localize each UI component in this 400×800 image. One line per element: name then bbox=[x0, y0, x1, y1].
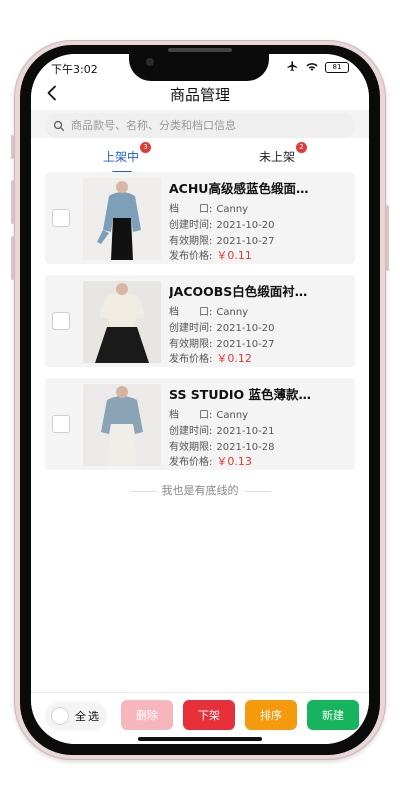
product-image bbox=[83, 281, 161, 363]
volume-down-button bbox=[11, 236, 14, 280]
price-label: 发布价格: bbox=[169, 251, 213, 262]
product-list: ACHU高级感蓝色缎面… 档 口: Canny 创建时间: 2021-10-20 有… bbox=[31, 172, 369, 692]
silent-switch bbox=[11, 135, 14, 159]
airplane-icon bbox=[286, 60, 299, 75]
status-icons: 81 bbox=[286, 60, 349, 75]
price-row: 发布价格: ￥0.11 bbox=[169, 247, 252, 263]
power-button bbox=[386, 205, 389, 271]
sort-button[interactable]: 排序 bbox=[245, 700, 297, 730]
created-label: 创建时间: bbox=[169, 323, 213, 334]
expiry-label: 有效期限: bbox=[169, 339, 213, 350]
product-image bbox=[83, 384, 161, 466]
speaker bbox=[168, 48, 232, 52]
created-label: 创建时间: bbox=[169, 426, 213, 437]
search-input[interactable] bbox=[71, 119, 331, 132]
tab-on-shelf[interactable]: 上架中 3 bbox=[103, 142, 152, 165]
price-label: 发布价格: bbox=[169, 354, 213, 365]
created-row: 创建时间: 2021-10-20 bbox=[169, 216, 275, 231]
price-value: ￥0.12 bbox=[216, 352, 252, 365]
tab-count-badge: 3 bbox=[140, 142, 152, 153]
tab-label: 上架中 bbox=[103, 150, 140, 164]
home-indicator[interactable] bbox=[138, 737, 262, 741]
delete-button[interactable]: 删除 bbox=[121, 700, 173, 730]
status-time: 下午3:02 bbox=[51, 63, 98, 76]
price-value: ￥0.11 bbox=[216, 249, 252, 262]
wifi-icon bbox=[305, 61, 319, 75]
created-value: 2021-10-20 bbox=[216, 220, 275, 231]
unlist-button[interactable]: 下架 bbox=[183, 700, 235, 730]
search-bar[interactable] bbox=[45, 113, 355, 138]
stage: 下午3:02 81 商品管理 上架中 3 bbox=[0, 0, 400, 800]
expiry-value: 2021-10-27 bbox=[216, 236, 275, 247]
product-card[interactable]: JACOOBS白色缎面衬… 档 口: Canny 创建时间: 2021-10-20 … bbox=[45, 275, 355, 367]
product-card[interactable]: SS STUDIO 蓝色薄款… 档 口: Canny 创建时间: 2021-10-2… bbox=[45, 378, 355, 470]
search-icon bbox=[53, 120, 65, 131]
stall-label: 档 口: bbox=[169, 410, 213, 421]
front-camera bbox=[146, 58, 154, 66]
nav-bar: 商品管理 bbox=[31, 78, 369, 110]
select-all-label: 全选 bbox=[75, 710, 101, 723]
product-name: JACOOBS白色缎面衬… bbox=[169, 284, 308, 299]
expiry-value: 2021-10-28 bbox=[216, 442, 275, 453]
created-value: 2021-10-20 bbox=[216, 323, 275, 334]
created-row: 创建时间: 2021-10-20 bbox=[169, 319, 275, 334]
tab-label: 未上架 bbox=[259, 150, 296, 164]
stall-row: 档 口: Canny bbox=[169, 200, 248, 215]
price-label: 发布价格: bbox=[169, 457, 213, 468]
product-checkbox[interactable] bbox=[52, 415, 70, 433]
product-checkbox[interactable] bbox=[52, 209, 70, 227]
stall-value: Canny bbox=[216, 204, 249, 215]
expiry-row: 有效期限: 2021-10-27 bbox=[169, 335, 275, 350]
tab-bar: 上架中 3 未上架 2 bbox=[31, 138, 369, 174]
end-of-list-text: 我也是有底线的 bbox=[31, 482, 369, 498]
select-all-toggle[interactable]: 全选 bbox=[45, 702, 107, 730]
expiry-row: 有效期限: 2021-10-27 bbox=[169, 232, 275, 247]
volume-up-button bbox=[11, 180, 14, 224]
price-value: ￥0.13 bbox=[216, 455, 252, 468]
select-all-radio[interactable] bbox=[51, 707, 69, 725]
expiry-label: 有效期限: bbox=[169, 236, 213, 247]
product-image bbox=[83, 178, 161, 260]
product-card[interactable]: ACHU高级感蓝色缎面… 档 口: Canny 创建时间: 2021-10-20 有… bbox=[45, 172, 355, 264]
expiry-row: 有效期限: 2021-10-28 bbox=[169, 438, 275, 453]
expiry-label: 有效期限: bbox=[169, 442, 213, 453]
price-row: 发布价格: ￥0.12 bbox=[169, 350, 252, 366]
stall-value: Canny bbox=[216, 410, 249, 421]
battery-indicator: 81 bbox=[325, 62, 349, 73]
created-row: 创建时间: 2021-10-21 bbox=[169, 422, 275, 437]
product-name: SS STUDIO 蓝色薄款… bbox=[169, 387, 311, 402]
stall-row: 档 口: Canny bbox=[169, 406, 248, 421]
stall-label: 档 口: bbox=[169, 204, 213, 215]
expiry-value: 2021-10-27 bbox=[216, 339, 275, 350]
created-label: 创建时间: bbox=[169, 220, 213, 231]
price-row: 发布价格: ￥0.13 bbox=[169, 453, 252, 469]
product-checkbox[interactable] bbox=[52, 312, 70, 330]
created-value: 2021-10-21 bbox=[216, 426, 275, 437]
stall-value: Canny bbox=[216, 307, 249, 318]
page-title: 商品管理 bbox=[169, 86, 230, 104]
tab-count-badge: 2 bbox=[296, 142, 308, 153]
tab-off-shelf[interactable]: 未上架 2 bbox=[259, 142, 308, 165]
stall-label: 档 口: bbox=[169, 307, 213, 318]
screen: 下午3:02 81 商品管理 上架中 3 bbox=[31, 54, 369, 744]
create-button[interactable]: 新建 bbox=[307, 700, 359, 730]
product-name: ACHU高级感蓝色缎面… bbox=[169, 181, 309, 196]
stall-row: 档 口: Canny bbox=[169, 303, 248, 318]
